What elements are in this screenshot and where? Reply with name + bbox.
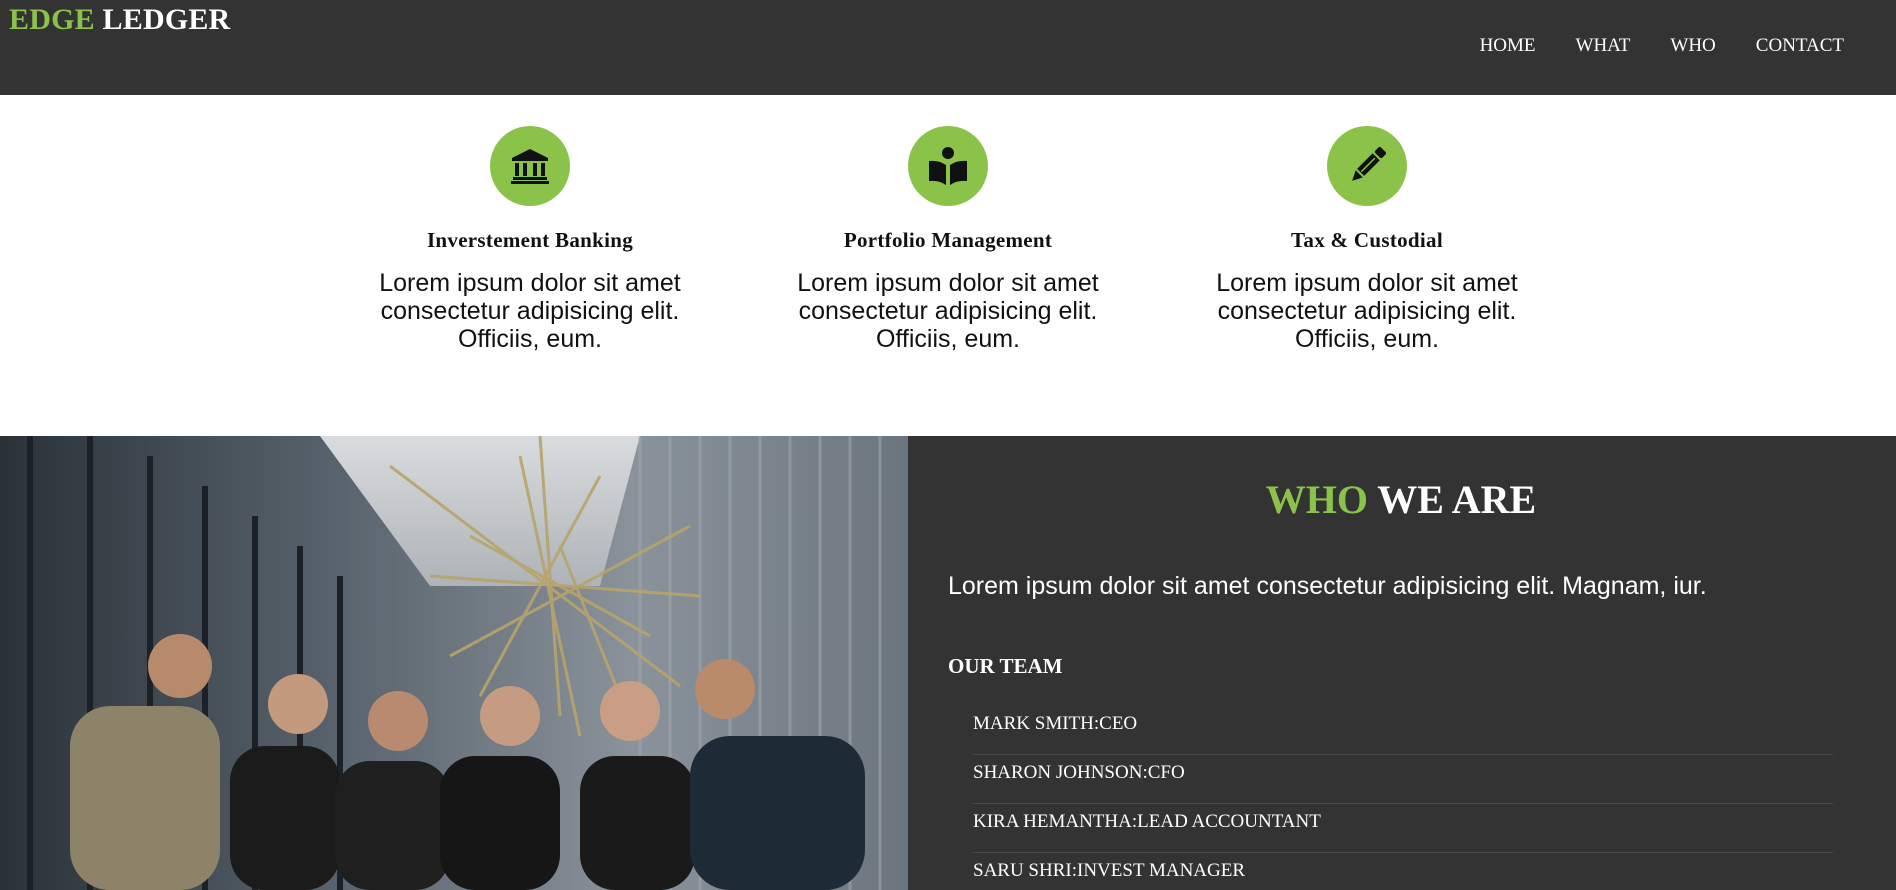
brand-rest: LEDGER bbox=[102, 3, 231, 36]
brand-logo[interactable]: EDGE LEDGER bbox=[9, 3, 230, 37]
bank-icon bbox=[511, 149, 549, 184]
nav-who-link[interactable]: WHO bbox=[1670, 35, 1715, 57]
service-icon-circle bbox=[908, 126, 988, 206]
service-title: Portfolio Management bbox=[843, 228, 1053, 252]
team-member-item: MARK SMITH:CEO bbox=[973, 706, 1833, 755]
service-card: Tax & Custodial Lorem ipsum dolor sit am… bbox=[1187, 126, 1547, 353]
team-heading: OUR TEAM bbox=[948, 654, 1063, 678]
team-member-item: SHARON JOHNSON:CFO bbox=[973, 755, 1833, 804]
team-photo bbox=[0, 436, 908, 890]
team-member-item: SARU SHRI:INVEST MANAGER bbox=[973, 853, 1833, 890]
top-navbar: EDGE LEDGER HOME WHAT WHO CONTACT bbox=[0, 0, 1896, 95]
service-text: Lorem ipsum dolor sit amet consectetur a… bbox=[797, 269, 1099, 353]
service-card: Inverstement Banking Lorem ipsum dolor s… bbox=[350, 126, 710, 353]
who-title-accent: WHO bbox=[1265, 477, 1368, 522]
service-icon-circle bbox=[1327, 126, 1407, 206]
who-description: Lorem ipsum dolor sit amet consectetur a… bbox=[948, 572, 1707, 600]
nav-contact-link[interactable]: CONTACT bbox=[1756, 35, 1844, 57]
service-title: Tax & Custodial bbox=[1291, 228, 1443, 252]
who-section: WHO WE ARE Lorem ipsum dolor sit amet co… bbox=[0, 436, 1896, 890]
service-text: Lorem ipsum dolor sit amet consectetur a… bbox=[1216, 269, 1518, 353]
main-nav: HOME WHAT WHO CONTACT bbox=[1440, 35, 1844, 57]
pencil-icon bbox=[1352, 147, 1386, 181]
book-reader-icon bbox=[929, 147, 967, 185]
brand-accent: EDGE bbox=[9, 3, 95, 36]
who-title: WHO WE ARE bbox=[948, 476, 1854, 523]
service-icon-circle bbox=[490, 126, 570, 206]
who-title-rest: WE ARE bbox=[1377, 477, 1537, 522]
service-text: Lorem ipsum dolor sit amet consectetur a… bbox=[379, 269, 681, 353]
team-list: MARK SMITH:CEO SHARON JOHNSON:CFO KIRA H… bbox=[973, 706, 1833, 890]
nav-what-link[interactable]: WHAT bbox=[1576, 35, 1631, 57]
services-section: Inverstement Banking Lorem ipsum dolor s… bbox=[0, 95, 1896, 436]
nav-home-link[interactable]: HOME bbox=[1480, 35, 1536, 57]
service-title: Inverstement Banking bbox=[426, 228, 634, 252]
team-member-item: KIRA HEMANTHA:LEAD ACCOUNTANT bbox=[973, 804, 1833, 853]
service-card: Portfolio Management Lorem ipsum dolor s… bbox=[768, 126, 1128, 353]
